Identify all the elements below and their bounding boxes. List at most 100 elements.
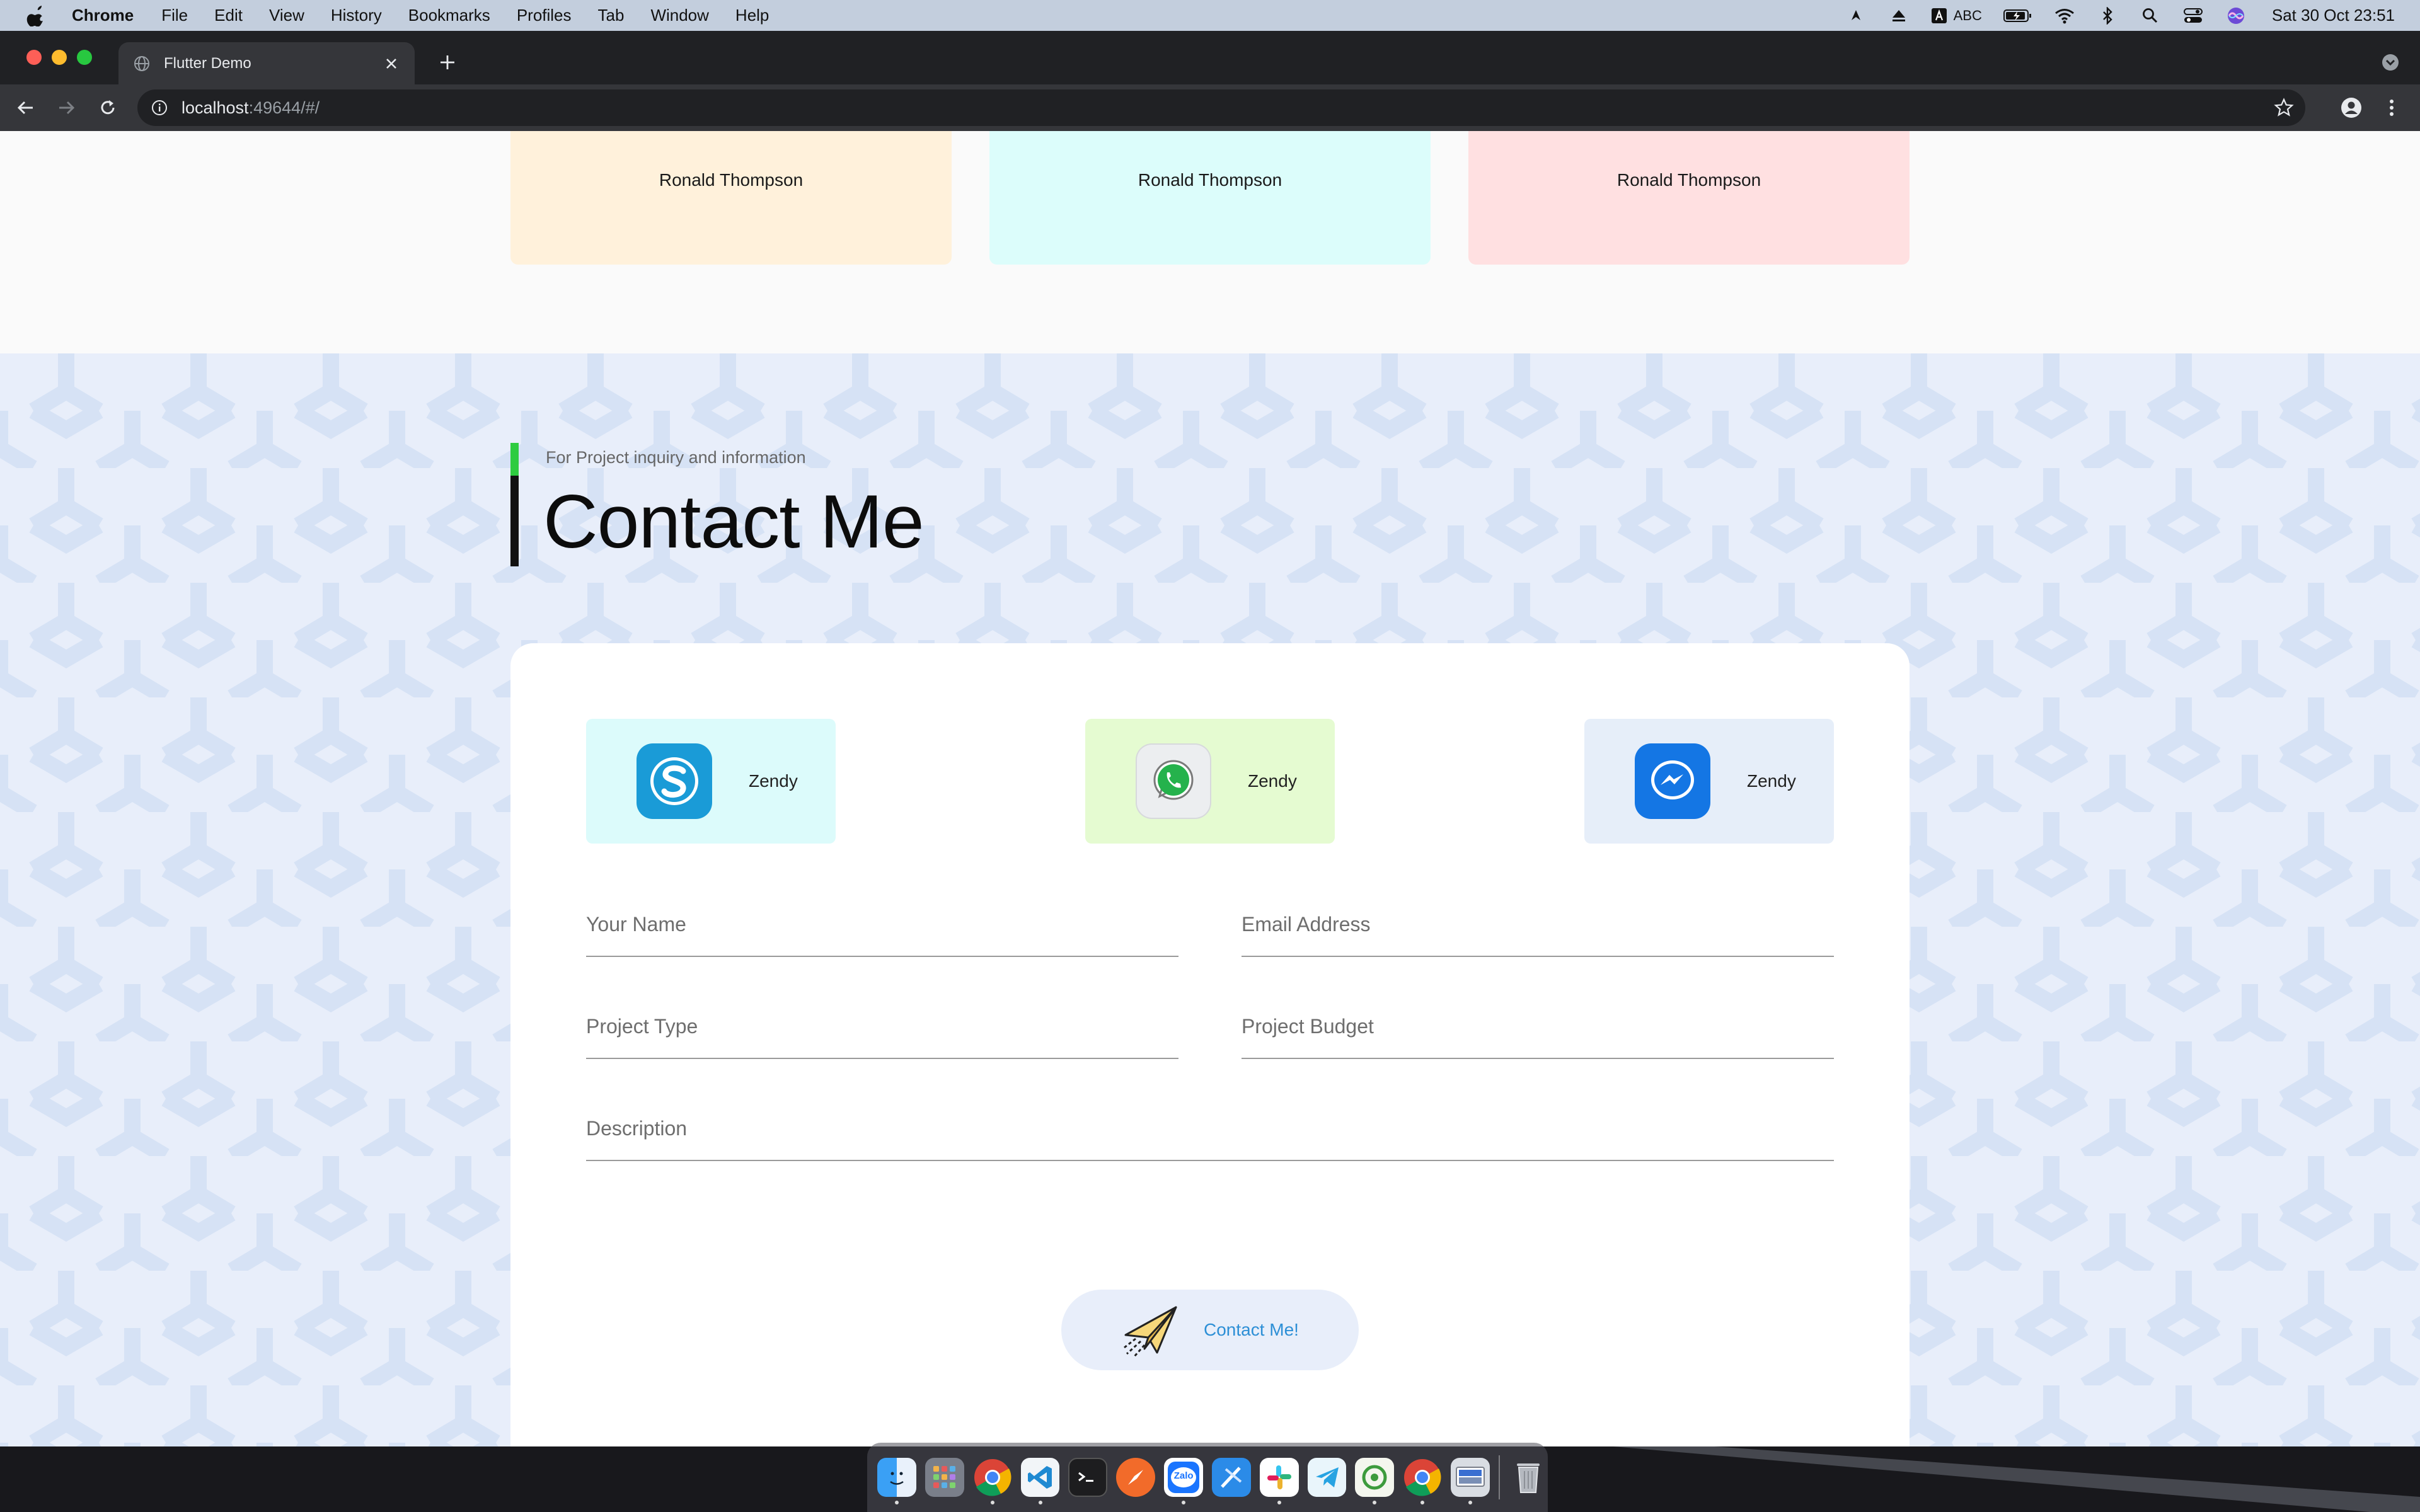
name-field bbox=[586, 900, 1178, 957]
project-budget-input[interactable] bbox=[1242, 1015, 1834, 1038]
contact-form-card: Zendy Zendy Zendy Your Name Email Addres… bbox=[510, 643, 1910, 1446]
siri-icon[interactable] bbox=[2225, 6, 2247, 25]
section-subtitle: For Project inquiry and information bbox=[546, 448, 806, 467]
running-indicator bbox=[1420, 1501, 1425, 1504]
skype-icon bbox=[637, 743, 712, 819]
team-member-name: Ronald Thompson bbox=[1616, 170, 1761, 190]
reload-icon[interactable] bbox=[96, 96, 120, 120]
spotlight-search-icon[interactable] bbox=[2140, 6, 2161, 25]
dock: Zalo bbox=[867, 1443, 1548, 1512]
tab-search-icon[interactable] bbox=[2381, 53, 2400, 72]
battery-icon[interactable] bbox=[2003, 6, 2032, 25]
input-source-icon[interactable]: ABC bbox=[1931, 6, 1982, 25]
new-tab-icon[interactable] bbox=[436, 51, 459, 74]
browser-tab[interactable]: Flutter Demo bbox=[118, 42, 415, 84]
trash-icon[interactable] bbox=[1509, 1458, 1548, 1497]
running-indicator bbox=[1038, 1501, 1042, 1504]
menu-help[interactable]: Help bbox=[735, 6, 769, 25]
slack-icon[interactable] bbox=[1259, 1458, 1299, 1504]
running-indicator bbox=[1277, 1501, 1281, 1504]
browser-tab-strip: Flutter Demo bbox=[0, 31, 2420, 84]
team-card[interactable]: Ronald Thompson bbox=[989, 131, 1431, 265]
menu-clock[interactable]: Sat 30 Oct 23:51 bbox=[2272, 6, 2395, 25]
menu-tab[interactable]: Tab bbox=[598, 6, 625, 25]
contact-me-button[interactable]: Contact Me! bbox=[1061, 1290, 1359, 1370]
forward-icon[interactable] bbox=[54, 96, 78, 120]
whatsapp-icon bbox=[1136, 743, 1211, 819]
messenger-contact-name: Zendy bbox=[1747, 771, 1796, 791]
team-section: Ronald Thompson Ronald Thompson Ronald T… bbox=[0, 131, 2420, 353]
menu-file[interactable]: File bbox=[161, 6, 188, 25]
chrome-icon[interactable] bbox=[1403, 1458, 1442, 1504]
heading-accent-bar bbox=[510, 476, 519, 566]
description-field bbox=[586, 1104, 1834, 1161]
finder-icon[interactable] bbox=[877, 1458, 916, 1504]
eject-icon[interactable] bbox=[1888, 6, 1910, 25]
window-zoom-button[interactable] bbox=[77, 50, 92, 65]
xcode-icon[interactable] bbox=[1211, 1458, 1251, 1497]
zalo-icon[interactable]: Zalo bbox=[1164, 1458, 1203, 1504]
vscode-icon[interactable] bbox=[1020, 1458, 1060, 1504]
more-menu-icon[interactable] bbox=[2380, 96, 2404, 120]
tab-close-icon[interactable] bbox=[382, 54, 401, 73]
zalo-label: Zalo bbox=[1173, 1470, 1194, 1481]
heading-accent-green bbox=[510, 443, 519, 476]
address-bar[interactable]: localhost:49644/#/ bbox=[137, 89, 2305, 126]
team-card[interactable]: Ronald Thompson bbox=[1468, 131, 1910, 265]
email-field bbox=[1242, 900, 1834, 957]
browser-toolbar: localhost:49644/#/ bbox=[0, 84, 2420, 131]
preview-icon[interactable] bbox=[1451, 1458, 1490, 1504]
window-minimize-button[interactable] bbox=[52, 50, 67, 65]
apple-icon[interactable] bbox=[26, 5, 47, 26]
status-area: ABC Sat 30 Oct 23:51 bbox=[1845, 0, 2395, 31]
profile-icon[interactable] bbox=[2339, 96, 2363, 120]
url-path: :49644/#/ bbox=[248, 98, 320, 117]
menu-edit[interactable]: Edit bbox=[214, 6, 243, 25]
chrome-icon[interactable] bbox=[973, 1458, 1012, 1504]
name-input[interactable] bbox=[586, 913, 1178, 936]
menu-app-name[interactable]: Chrome bbox=[72, 6, 134, 25]
project-type-input[interactable] bbox=[586, 1015, 1178, 1038]
dock-separator bbox=[1499, 1455, 1501, 1499]
window-close-button[interactable] bbox=[26, 50, 42, 65]
menu-view[interactable]: View bbox=[269, 6, 304, 25]
wifi-icon[interactable] bbox=[2054, 6, 2075, 25]
bluetooth-icon[interactable] bbox=[2097, 6, 2118, 25]
control-center-icon[interactable] bbox=[2182, 6, 2204, 25]
menu-window[interactable]: Window bbox=[650, 6, 708, 25]
team-member-name: Ronald Thompson bbox=[659, 170, 804, 190]
whatsapp-contact-name: Zendy bbox=[1248, 771, 1297, 791]
skype-contact-card[interactable]: Zendy bbox=[586, 719, 836, 844]
team-card[interactable]: Ronald Thompson bbox=[510, 131, 952, 265]
project-budget-field bbox=[1242, 1002, 1834, 1059]
status-app-icon[interactable] bbox=[1845, 6, 1867, 25]
menu-profiles[interactable]: Profiles bbox=[517, 6, 572, 25]
whatsapp-contact-card[interactable]: Zendy bbox=[1085, 719, 1335, 844]
compass-icon[interactable] bbox=[1116, 1458, 1156, 1497]
paper-plane-icon bbox=[1124, 1306, 1177, 1356]
telegram-icon[interactable] bbox=[1307, 1458, 1347, 1497]
messenger-contact-card[interactable]: Zendy bbox=[1584, 719, 1834, 844]
address-url: localhost:49644/#/ bbox=[182, 98, 320, 118]
menu-history[interactable]: History bbox=[331, 6, 382, 25]
wallpaper-streak bbox=[1613, 1446, 2420, 1512]
running-indicator bbox=[1182, 1501, 1186, 1504]
email-input[interactable] bbox=[1242, 913, 1834, 936]
contact-me-label: Contact Me! bbox=[1204, 1320, 1299, 1339]
input-source-label: ABC bbox=[1953, 7, 1982, 23]
section-title: Contact Me bbox=[543, 479, 925, 564]
terminal-icon[interactable] bbox=[1068, 1458, 1108, 1497]
project-type-field bbox=[586, 1002, 1178, 1059]
contact-section: For Project inquiry and information Cont… bbox=[0, 353, 2420, 1446]
back-icon[interactable] bbox=[14, 96, 38, 120]
menu-bar: Chrome File Edit View History Bookmarks … bbox=[0, 0, 2420, 31]
site-info-icon[interactable] bbox=[151, 100, 168, 116]
menu-bookmarks[interactable]: Bookmarks bbox=[408, 6, 490, 25]
team-member-name: Ronald Thompson bbox=[1138, 170, 1282, 190]
url-host: localhost bbox=[182, 98, 249, 117]
description-input[interactable] bbox=[586, 1117, 1834, 1140]
bookmark-star-icon[interactable] bbox=[2274, 98, 2294, 118]
web-page: Ronald Thompson Ronald Thompson Ronald T… bbox=[0, 131, 2420, 1446]
dev-app-icon[interactable] bbox=[1355, 1458, 1395, 1504]
launchpad-icon[interactable] bbox=[925, 1458, 964, 1497]
